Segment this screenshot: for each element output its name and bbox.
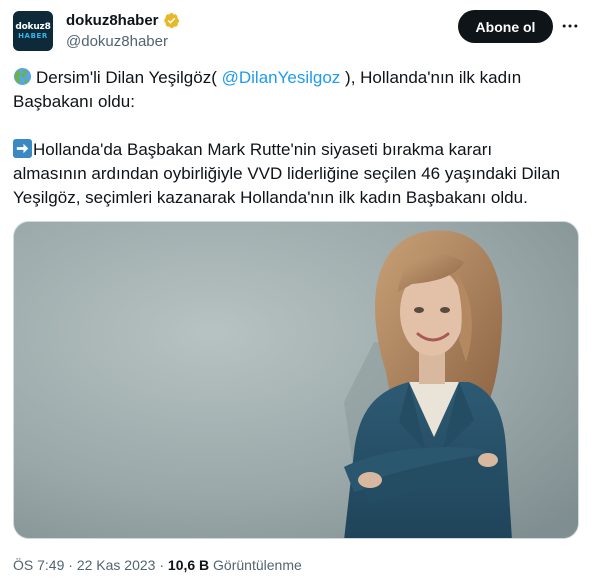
avatar-logo-subtext: HABER <box>18 32 48 40</box>
account-name-row: dokuz8haber <box>66 12 180 29</box>
tweet-line-3-wrap: Hollanda'da Başbakan Mark Rutte'nin siya… <box>13 138 573 162</box>
tweet-line-3: Hollanda'da Başbakan Mark Rutte'nin siya… <box>33 140 493 159</box>
tweet-line-1-suffix: ), Hollanda'nın ilk kadın <box>345 68 522 87</box>
more-horizontal-icon <box>562 24 578 28</box>
tweet-photo[interactable] <box>13 221 579 539</box>
tweet-date[interactable]: 22 Kas 2023 <box>77 557 156 573</box>
mention-link[interactable]: @DilanYesilgoz <box>222 68 341 87</box>
view-count-label: Görüntülenme <box>213 557 302 573</box>
tweet-text: Dersim'li Dilan Yeşilgöz( @DilanYesilgoz… <box>13 66 573 210</box>
account-avatar[interactable]: dokuz8 HABER <box>13 11 53 51</box>
verified-badge-icon[interactable] <box>163 12 180 29</box>
tweet-line-1-prefix: Dersim'li Dilan Yeşilgöz( <box>36 68 217 87</box>
tweet-meta: ÖS 7:49 · 22 Kas 2023 · 10,6 B Görüntüle… <box>13 557 302 573</box>
view-count: 10,6 B <box>167 557 210 573</box>
tweet-line-4: almasının ardından oybirliğiyle VVD lide… <box>13 164 561 183</box>
account-name[interactable]: dokuz8haber <box>66 12 159 29</box>
photo-woman-in-blue-suit <box>14 222 578 538</box>
tweet-line-2: Başbakanı oldu: <box>13 92 135 111</box>
account-handle[interactable]: @dokuz8haber <box>66 33 168 50</box>
tweet-line-1: Dersim'li Dilan Yeşilgöz( @DilanYesilgoz… <box>13 66 573 90</box>
meta-separator: · <box>68 557 73 573</box>
globe-emoji-icon <box>13 67 32 86</box>
right-arrow-emoji-icon <box>13 139 32 158</box>
tweet-line-5: Yeşilgöz, seçimleri kazanarak Hollanda'n… <box>13 188 528 207</box>
more-options-icon[interactable] <box>558 14 582 38</box>
tweet-time[interactable]: ÖS 7:49 <box>13 557 64 573</box>
follow-button[interactable]: Abone ol <box>458 10 553 43</box>
avatar-logo-text: dokuz8 <box>15 22 51 32</box>
meta-separator: · <box>159 557 165 573</box>
